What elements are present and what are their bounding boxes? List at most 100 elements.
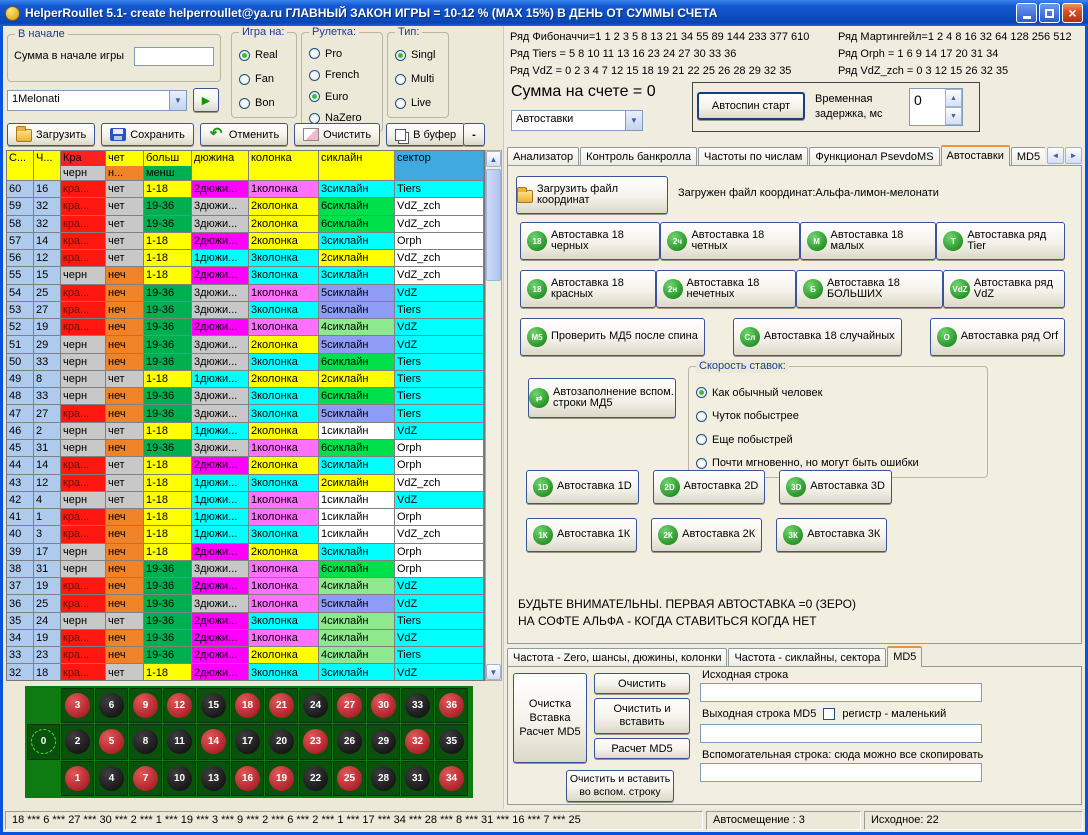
dropdown-icon[interactable]: ▼ [169,91,186,110]
radio-option[interactable]: Real [239,49,294,61]
history-row[interactable]: 38 31 черн неч 19-36 3дюжи... 1колонка 6… [7,561,484,578]
history-row[interactable]: 41 1 кра... неч 1-18 1дюжи... 1колонка 1… [7,509,484,526]
history-row[interactable]: 47 27 кра... неч 19-36 3дюжи... 3колонка… [7,405,484,422]
toolbar-button[interactable]: Сохранить [101,123,194,146]
board-cell[interactable]: 25 [333,761,366,796]
aux-string-input[interactable] [700,763,982,782]
profile-combo[interactable]: 1Melonati ▼ [7,90,187,111]
history-row[interactable]: 42 4 черн чет 1-18 1дюжи... 1колонка 1си… [7,492,484,509]
radio-option[interactable]: Fan [239,73,294,85]
tab[interactable]: Функционал PsevdoMS [809,147,939,166]
toolbar-button[interactable]: Отменить [200,123,288,146]
output-string-input[interactable] [700,724,982,743]
scrollbar-thumb[interactable] [486,169,501,281]
tab[interactable]: Анализатор [507,147,579,166]
tab[interactable]: Автоставки [941,145,1010,166]
history-row[interactable]: 53 27 кра... неч 19-36 3дюжи... 3колонка… [7,302,484,319]
tab[interactable]: MD5 [887,646,922,667]
radio-option[interactable]: Multi [395,73,446,85]
history-row[interactable]: 57 14 кра... чет 1-18 2дюжи... 2колонка … [7,233,484,250]
autostavka-button[interactable]: 18Автоставка 18 черных [520,222,660,260]
bets-combo[interactable]: Автоставки ▼ [511,110,643,131]
history-row[interactable]: 58 32 кра... чет 19-36 3дюжи... 2колонка… [7,216,484,233]
tab[interactable]: Частоты по числам [698,147,808,166]
history-row[interactable]: 39 17 черн неч 1-18 2дюжи... 2колонка 3с… [7,544,484,561]
board-cell[interactable]: 17 [231,724,264,759]
md5-clear-paste-button[interactable]: Очистить и вставить [594,698,690,734]
history-row[interactable]: 44 14 кра... чет 1-18 2дюжи... 2колонка … [7,457,484,474]
autostavka-button[interactable]: 2нАвтоставка 18 нечетных [656,270,797,308]
history-row[interactable]: 50 33 черн неч 19-36 3дюжи... 3колонка 6… [7,354,484,371]
history-row[interactable]: 36 25 кра... неч 19-36 3дюжи... 1колонка… [7,595,484,612]
autostavka-button[interactable]: М5Проверить МД5 после спина [520,318,705,356]
history-row[interactable]: 40 3 кра... неч 1-18 1дюжи... 3колонка 1… [7,526,484,543]
board-cell[interactable]: 20 [265,724,298,759]
toolbar-button[interactable]: Загрузить [7,123,95,146]
spin-down-icon[interactable]: ▼ [945,107,962,125]
radio-option[interactable]: Еще побыстрей [696,434,985,446]
radio-option[interactable]: Почти мгновенно, но могут быть ошибки [696,457,985,469]
autostavka-button[interactable]: МАвтоставка 18 малых [800,222,937,260]
radio-option[interactable]: Live [395,97,446,109]
delay-spinner[interactable]: 0 ▲ ▼ [909,88,963,126]
board-cell[interactable]: 36 [435,688,468,723]
scroll-up-icon[interactable]: ▲ [486,151,501,167]
board-cell[interactable]: 35 [435,724,468,759]
board-cell[interactable]: 12 [163,688,196,723]
board-cell[interactable]: 33 [401,688,434,723]
autostavka-button[interactable]: 3DАвтоставка 3D [779,470,892,504]
minus-button[interactable]: - [463,123,485,146]
history-row[interactable]: 34 19 кра... неч 19-36 2дюжи... 1колонка… [7,630,484,647]
radio-option[interactable]: Чуток побыстрее [696,410,985,422]
tab[interactable]: Частота - сиклайны, сектора [728,648,886,667]
md5-clear-button[interactable]: Очистить [594,673,690,694]
board-cell[interactable]: 5 [95,724,128,759]
autostavka-button[interactable]: 1КАвтоставка 1К [526,518,637,552]
play-icon[interactable]: ▶ [193,88,219,112]
autostavka-button[interactable]: 18Автоставка 18 красных [520,270,656,308]
history-row[interactable]: 54 25 кра... неч 19-36 3дюжи... 1колонка… [7,285,484,302]
history-row[interactable]: 33 23 кра... неч 19-36 2дюжи... 2колонка… [7,647,484,664]
board-cell[interactable]: 32 [401,724,434,759]
radio-option[interactable]: Как обычный человек [696,387,985,399]
autostavka-button[interactable]: 3КАвтоставка 3К [776,518,887,552]
board-cell[interactable]: 21 [265,688,298,723]
board-cell[interactable]: 4 [95,761,128,796]
autostavka-button[interactable]: БАвтоставка 18 БОЛЬШИХ [796,270,943,308]
autostavka-button[interactable]: 2чАвтоставка 18 четных [660,222,799,260]
history-row[interactable]: 43 12 кра... чет 1-18 1дюжи... 3колонка … [7,475,484,492]
maximize-icon[interactable] [1039,3,1060,23]
history-row[interactable]: 59 32 кра... чет 19-36 3дюжи... 2колонка… [7,198,484,215]
board-cell[interactable]: 8 [129,724,162,759]
history-row[interactable]: 52 19 кра... неч 19-36 2дюжи... 1колонка… [7,319,484,336]
board-cell[interactable]: 13 [197,761,230,796]
history-row[interactable]: 60 16 кра... чет 1-18 2дюжи... 1колонка … [7,181,484,198]
board-cell[interactable]: 26 [333,724,366,759]
history-row[interactable]: 51 29 черн неч 19-36 3дюжи... 2колонка 5… [7,336,484,353]
board-cell[interactable]: 1 [61,761,94,796]
autostavka-button[interactable]: VdZАвтоставка ряд VdZ [943,270,1065,308]
autostavka-button[interactable]: 1DАвтоставка 1D [526,470,639,504]
board-cell[interactable]: 34 [435,761,468,796]
radio-option[interactable]: Singl [395,49,446,61]
history-row[interactable]: 49 8 черн чет 1-18 1дюжи... 2колонка 2си… [7,371,484,388]
dropdown-icon[interactable]: ▼ [625,111,642,130]
board-cell[interactable]: 7 [129,761,162,796]
register-checkbox[interactable] [823,708,835,720]
autofill-md5-button[interactable]: ⇄ Автозаполнение вспом. строки МД5 [528,378,676,418]
close-icon[interactable] [1062,3,1083,23]
md5-calc-button[interactable]: Расчет MD5 [594,738,690,759]
board-cell[interactable]: 2 [61,724,94,759]
board-cell[interactable]: 9 [129,688,162,723]
radio-option[interactable]: Bon [239,97,294,109]
board-cell[interactable]: 30 [367,688,400,723]
history-row[interactable]: 45 31 черн неч 19-36 3дюжи... 1колонка 6… [7,440,484,457]
history-row[interactable]: 46 2 черн чет 1-18 1дюжи... 2колонка 1си… [7,423,484,440]
autostavka-button[interactable]: СлАвтоставка 18 случайных [733,318,902,356]
board-cell[interactable]: 3 [61,688,94,723]
history-row[interactable]: 55 15 черн неч 1-18 2дюжи... 3колонка 3с… [7,267,484,284]
board-cell[interactable]: 23 [299,724,332,759]
aux-paste-button[interactable]: Очистить и вставить во вспом. строку [566,770,674,802]
board-cell[interactable]: 19 [265,761,298,796]
toolbar-button[interactable]: В буфер [386,123,465,146]
